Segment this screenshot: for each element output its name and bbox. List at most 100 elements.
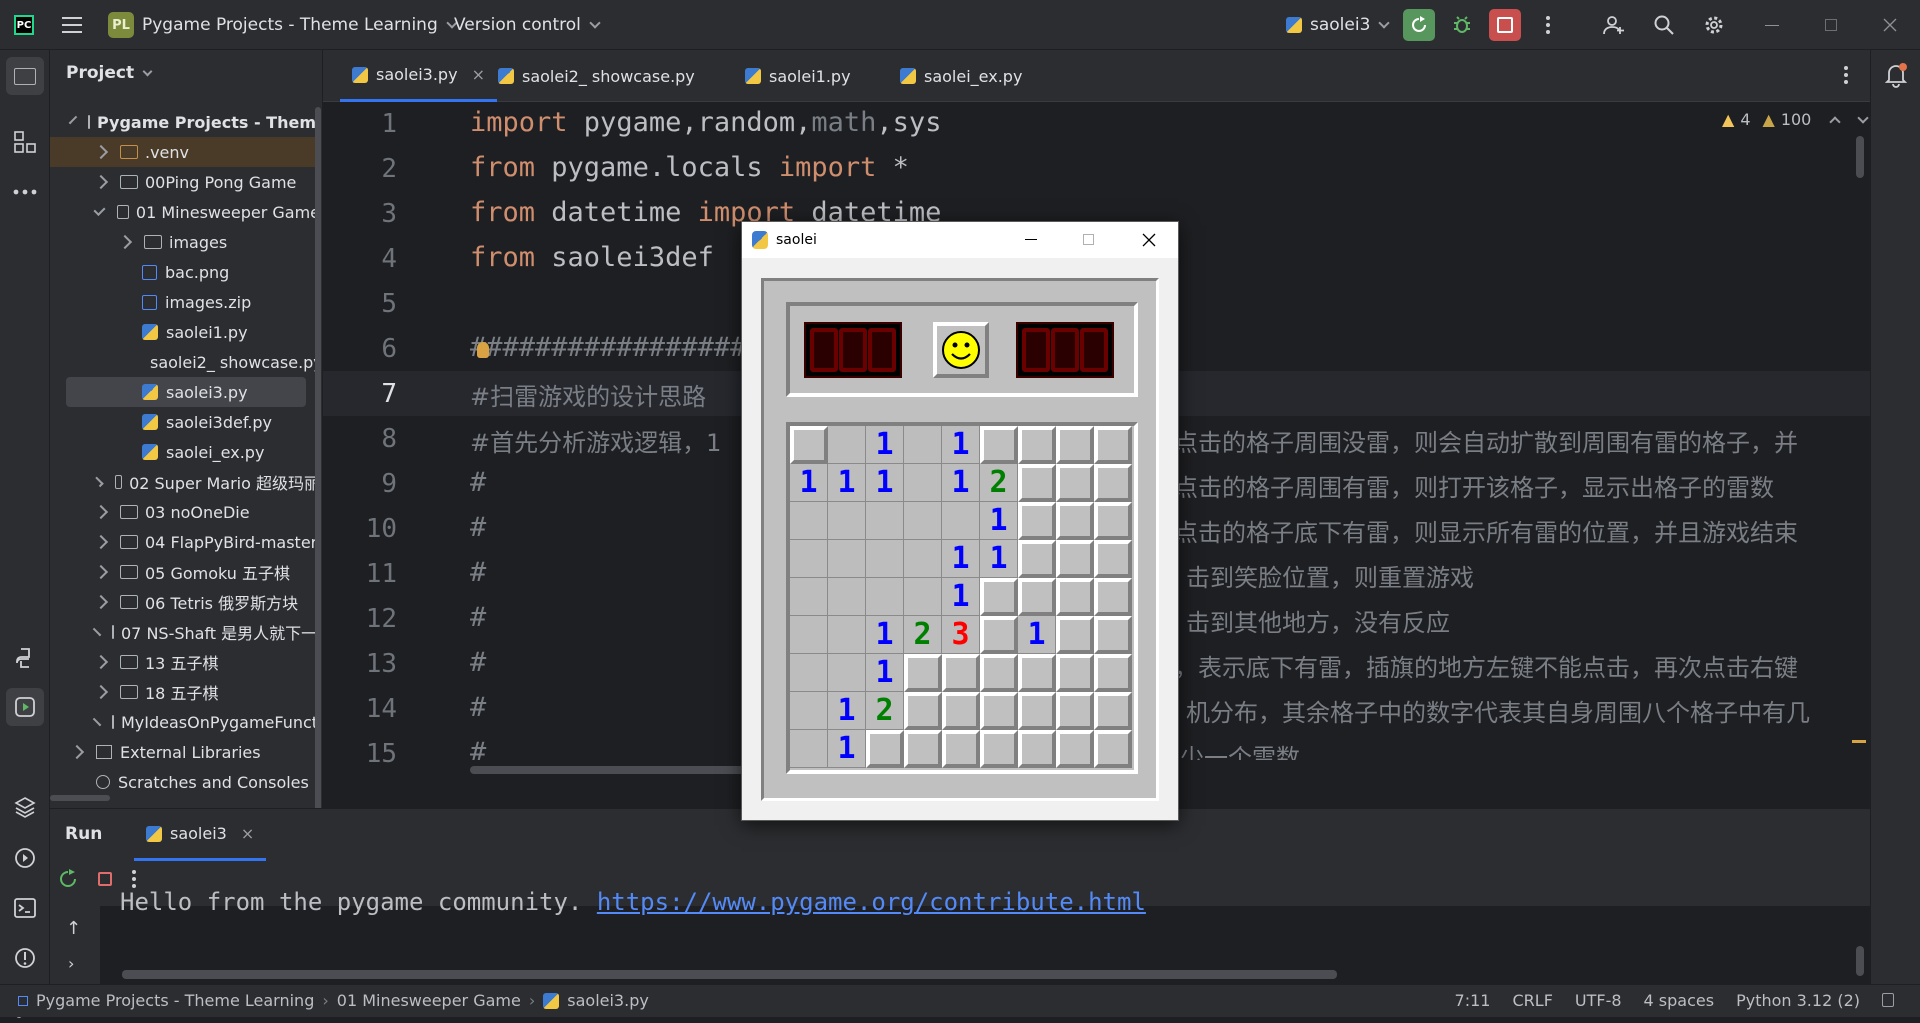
console-vscrollbar[interactable] — [1856, 946, 1864, 976]
mine-cell-empty[interactable] — [790, 540, 828, 578]
console-hscrollbar[interactable] — [122, 970, 1337, 979]
mine-cell-closed[interactable] — [790, 426, 828, 464]
services-icon[interactable] — [13, 846, 37, 874]
inspection-widget[interactable]: ▲ 4 ▲ 100 — [1722, 110, 1870, 129]
mine-cell-closed[interactable] — [1056, 540, 1094, 578]
rerun-icon[interactable] — [58, 869, 78, 889]
mine-cell-empty[interactable] — [828, 426, 866, 464]
scroll-up-icon[interactable]: ↑ — [66, 918, 81, 939]
mine-cell-closed[interactable] — [1056, 502, 1094, 540]
mine-cell-empty[interactable] — [790, 578, 828, 616]
mine-cell-closed[interactable] — [866, 730, 904, 768]
mine-cell-empty[interactable] — [790, 654, 828, 692]
mine-cell-closed[interactable] — [1056, 654, 1094, 692]
mine-cell-closed[interactable] — [1018, 692, 1056, 730]
mine-cell-number[interactable]: 1 — [828, 464, 866, 502]
lock-icon[interactable] — [1882, 993, 1894, 1007]
mine-cell-closed[interactable] — [1094, 540, 1132, 578]
mine-cell-empty[interactable] — [904, 540, 942, 578]
mine-cell-closed[interactable] — [904, 692, 942, 730]
mine-cell-closed[interactable] — [942, 730, 980, 768]
mine-cell-closed[interactable] — [1056, 578, 1094, 616]
mine-cell-closed[interactable] — [1056, 692, 1094, 730]
more-vertical-icon[interactable] — [132, 870, 136, 888]
run-console[interactable]: ↑ › Hello from the pygame community. htt… — [50, 888, 1870, 985]
mine-cell-closed[interactable] — [1018, 730, 1056, 768]
mine-cell-closed[interactable] — [1094, 692, 1132, 730]
breadcrumb-item[interactable]: 01 Minesweeper Game — [337, 991, 521, 1010]
close-icon[interactable] — [1874, 9, 1906, 41]
notifications-bell-icon[interactable] — [1884, 62, 1908, 92]
close-run-tab-icon[interactable]: × — [241, 824, 254, 843]
mine-cell-closed[interactable] — [1094, 730, 1132, 768]
mine-cell-closed[interactable] — [1094, 616, 1132, 654]
run-tab-saolei3[interactable]: saolei3 × — [134, 809, 267, 861]
mine-cell-closed[interactable] — [1056, 730, 1094, 768]
mine-cell-closed[interactable] — [980, 692, 1018, 730]
expand-icon[interactable]: › — [68, 954, 74, 973]
mine-cell-empty[interactable] — [866, 502, 904, 540]
mine-cell-number[interactable]: 1 — [942, 578, 980, 616]
mine-cell-empty[interactable] — [828, 616, 866, 654]
smiley-face-button[interactable] — [933, 322, 989, 378]
mine-cell-closed[interactable] — [1094, 426, 1132, 464]
mine-cell-closed[interactable] — [904, 654, 942, 692]
mine-cell-number[interactable]: 1 — [866, 654, 904, 692]
indent-setting[interactable]: 4 spaces — [1644, 991, 1715, 1010]
mine-cell-number[interactable]: 2 — [866, 692, 904, 730]
layers-icon[interactable] — [13, 795, 37, 823]
mine-cell-empty[interactable] — [904, 426, 942, 464]
next-highlight-icon[interactable] — [1857, 111, 1870, 124]
mine-cell-number[interactable]: 1 — [980, 502, 1018, 540]
mine-cell-closed[interactable] — [1094, 502, 1132, 540]
mine-cell-closed[interactable] — [1094, 464, 1132, 502]
mine-cell-empty[interactable] — [866, 578, 904, 616]
project-hscrollbar[interactable] — [50, 795, 110, 801]
file-encoding[interactable]: UTF-8 — [1575, 991, 1622, 1010]
mine-cell-closed[interactable] — [1018, 578, 1056, 616]
game-minimize-icon[interactable] — [1025, 239, 1037, 240]
problems-icon[interactable] — [13, 946, 37, 974]
mine-cell-closed[interactable] — [980, 616, 1018, 654]
game-title-bar[interactable]: saolei — [742, 222, 1178, 258]
mine-cell-number[interactable]: 2 — [904, 616, 942, 654]
mine-cell-closed[interactable] — [1094, 654, 1132, 692]
mine-cell-closed[interactable] — [1018, 654, 1056, 692]
mine-cell-empty[interactable] — [828, 540, 866, 578]
mine-cell-number[interactable]: 2 — [980, 464, 1018, 502]
mine-cell-closed[interactable] — [980, 654, 1018, 692]
caret-position[interactable]: 7:11 — [1455, 991, 1491, 1010]
mine-cell-empty[interactable] — [828, 578, 866, 616]
mine-cell-number[interactable]: 1 — [942, 426, 980, 464]
mine-cell-number[interactable]: 1 — [942, 540, 980, 578]
mine-cell-empty[interactable] — [828, 654, 866, 692]
python-interpreter[interactable]: Python 3.12 (2) — [1736, 991, 1860, 1010]
editor-vscrollbar[interactable] — [1856, 136, 1864, 178]
mine-cell-empty[interactable] — [790, 502, 828, 540]
line-separator[interactable]: CRLF — [1512, 991, 1552, 1010]
mine-cell-empty[interactable] — [904, 502, 942, 540]
mine-cell-number[interactable]: 1 — [980, 540, 1018, 578]
mine-cell-closed[interactable] — [980, 426, 1018, 464]
mine-cell-empty[interactable] — [904, 578, 942, 616]
mine-cell-closed[interactable] — [942, 654, 980, 692]
mine-cell-empty[interactable] — [790, 616, 828, 654]
mine-cell-closed[interactable] — [1018, 426, 1056, 464]
prev-highlight-icon[interactable] — [1829, 115, 1842, 128]
console-output-link[interactable]: https://www.pygame.org/contribute.html — [597, 888, 1146, 916]
mine-cell-closed[interactable] — [942, 692, 980, 730]
mine-cell-empty[interactable] — [904, 464, 942, 502]
game-maximize-icon[interactable] — [1083, 234, 1094, 245]
tree-row-scratches[interactable]: Scratches and Consoles — [50, 767, 320, 797]
terminal-icon[interactable] — [13, 896, 37, 924]
mine-cell-number[interactable]: 1 — [866, 464, 904, 502]
mine-cell-number[interactable]: 1 — [1018, 616, 1056, 654]
mine-cell-number[interactable]: 1 — [866, 426, 904, 464]
mine-cell-closed[interactable] — [980, 578, 1018, 616]
lightbulb-icon[interactable] — [477, 342, 489, 358]
mine-cell-closed[interactable] — [1018, 502, 1056, 540]
mine-cell-closed[interactable] — [1018, 540, 1056, 578]
mine-cell-number[interactable]: 1 — [828, 730, 866, 768]
mine-cell-number[interactable]: 1 — [866, 616, 904, 654]
mine-cell-closed[interactable] — [1056, 616, 1094, 654]
